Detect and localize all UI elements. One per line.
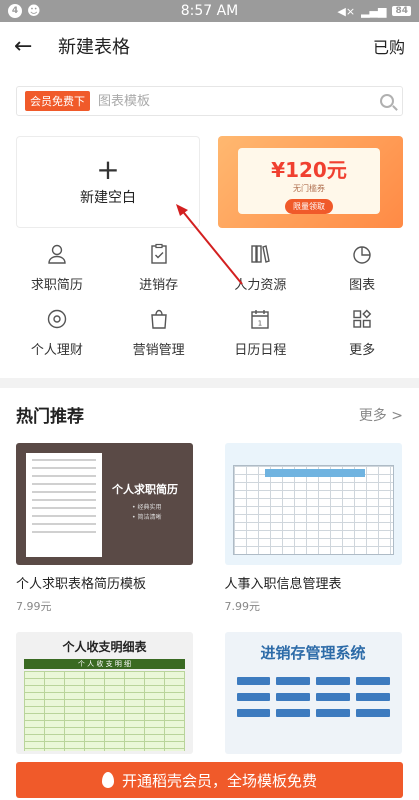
plus-icon: + <box>96 153 120 186</box>
thumb-bar: 个 人 收 支 明 细 <box>24 659 185 669</box>
system-buttons-preview <box>225 663 402 731</box>
thumb-bullets: • 经典实用 • 简洁清晰 <box>132 504 162 521</box>
table-preview <box>24 671 185 751</box>
vip-free-tag: 会员免费下 <box>25 91 90 111</box>
template-name: 人事入职信息管理表 <box>224 577 342 592</box>
coupon-claim-button[interactable]: 限量领取 <box>285 199 333 214</box>
svg-text:1: 1 <box>258 320 262 328</box>
new-blank-label: 新建空白 <box>80 190 136 206</box>
category-grid: 求职简历 进销存 人力资源 图表 个人理财 营销管理 1 日历日程 更多 <box>6 242 413 358</box>
search-icon[interactable] <box>380 94 394 108</box>
page-title: 新建表格 <box>58 37 130 58</box>
status-bar: 4 ☻ 8:57 AM ◀× ▂▄▆ 84 <box>0 0 419 22</box>
resume-preview <box>26 453 102 557</box>
category-label: 日历日程 <box>234 343 287 358</box>
coupon-promo-banner[interactable]: ¥120元 无门槛券 限量领取 <box>218 136 403 228</box>
category-label: 个人理财 <box>30 343 83 358</box>
category-label: 进销存 <box>139 278 179 293</box>
template-thumbnail[interactable]: 进销存管理系统 <box>224 632 402 754</box>
vip-banner-label: 开通稻壳会员，全场模板免费 <box>121 771 317 790</box>
template-price: 7.99元 <box>16 600 52 613</box>
coupon-amount: ¥120元 <box>271 158 347 182</box>
shopping-bag-icon <box>147 307 171 331</box>
category-resume[interactable]: 求职简历 <box>6 242 108 293</box>
category-label: 更多 <box>349 343 376 358</box>
hot-section-header: 热门推荐 更多 > <box>0 402 419 427</box>
template-card[interactable]: 人事入职信息管理表 7.99元 <box>224 443 404 614</box>
sheet-header-preview <box>264 469 365 477</box>
category-label: 图表 <box>349 278 376 293</box>
coin-icon <box>45 307 69 331</box>
back-arrow-icon[interactable]: ← <box>14 34 42 59</box>
thumb-title: 个人求职简历 <box>112 483 178 496</box>
template-thumbnail[interactable]: 个人收支明细表 个 人 收 支 明 细 <box>16 632 193 754</box>
grid-more-icon <box>350 307 374 331</box>
calendar-icon: 1 <box>248 307 272 331</box>
template-grid: 个人求职简历 • 经典实用 • 简洁清晰 个人求职表格简历模板 7.99元 人事… <box>0 443 419 754</box>
category-inventory[interactable]: 进销存 <box>108 242 210 293</box>
thumb-title: 个人收支明细表 <box>62 640 147 654</box>
coupon-subtitle: 无门槛券 <box>293 184 325 193</box>
hot-section-title: 热门推荐 <box>16 407 84 427</box>
template-thumbnail[interactable] <box>224 443 402 565</box>
template-thumbnail[interactable]: 个人求职简历 • 经典实用 • 简洁清晰 <box>16 443 193 565</box>
template-card[interactable]: 个人收支明细表 个 人 收 支 明 细 <box>16 632 195 754</box>
user-icon <box>45 242 69 266</box>
app-bar: ← 新建表格 已购 <box>0 22 419 70</box>
template-card[interactable]: 进销存管理系统 <box>224 632 404 754</box>
template-card[interactable]: 个人求职简历 • 经典实用 • 简洁清晰 个人求职表格简历模板 7.99元 <box>16 443 195 614</box>
category-marketing[interactable]: 营销管理 <box>108 307 210 358</box>
section-divider <box>0 378 419 388</box>
books-icon <box>248 242 272 266</box>
search-bar[interactable]: 会员免费下 <box>16 86 403 116</box>
coupon-card: ¥120元 无门槛券 限量领取 <box>238 148 380 214</box>
category-calendar[interactable]: 1 日历日程 <box>210 307 312 358</box>
category-hr[interactable]: 人力资源 <box>210 242 312 293</box>
more-link[interactable]: 更多 > <box>359 405 403 425</box>
vip-upgrade-button[interactable]: 开通稻壳会员，全场模板免费 <box>16 762 403 798</box>
flame-icon <box>101 772 114 788</box>
category-more[interactable]: 更多 <box>311 307 413 358</box>
template-name: 个人求职表格简历模板 <box>16 577 147 592</box>
category-label: 求职简历 <box>30 278 83 293</box>
sheet-preview <box>232 465 394 555</box>
template-price: 7.99元 <box>224 600 261 613</box>
purchased-button[interactable]: 已购 <box>373 34 405 58</box>
thumb-title: 进销存管理系统 <box>260 644 366 662</box>
category-finance[interactable]: 个人理财 <box>6 307 108 358</box>
search-input[interactable] <box>98 93 380 109</box>
new-blank-button[interactable]: + 新建空白 <box>16 136 200 228</box>
pie-chart-icon <box>350 242 374 266</box>
category-chart[interactable]: 图表 <box>311 242 413 293</box>
clipboard-icon <box>147 242 171 266</box>
status-time: 8:57 AM <box>180 3 239 19</box>
category-label: 人力资源 <box>234 278 287 293</box>
category-label: 营销管理 <box>132 343 185 358</box>
